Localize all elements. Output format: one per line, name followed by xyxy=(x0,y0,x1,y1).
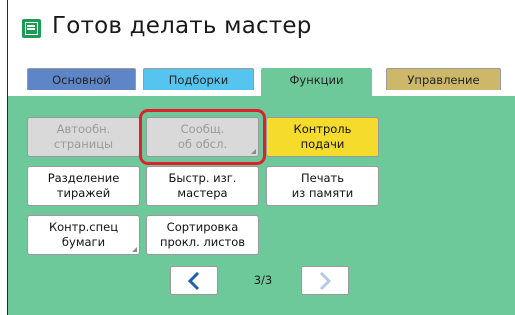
tab-basic[interactable]: Основной xyxy=(27,68,136,90)
master-document-icon xyxy=(22,19,41,38)
print-from-memory-button[interactable]: Печать из памяти xyxy=(266,166,379,206)
feed-control-button[interactable]: Контроль подачи xyxy=(266,117,379,157)
tab-management[interactable]: Управление xyxy=(386,68,501,90)
auto-page-update-button[interactable]: Автообн. страницы xyxy=(27,117,140,157)
job-separation-label: Разделение тиражей xyxy=(47,171,120,200)
special-paper-control-button[interactable]: Контр.спец бумаги xyxy=(27,215,140,255)
service-message-button[interactable]: Сообщ. об обсл. xyxy=(146,117,259,157)
page-indicator: 3/3 xyxy=(253,273,273,287)
tab-functions[interactable]: Функции xyxy=(261,68,372,97)
quick-master-button[interactable]: Быстр. изг. мастера xyxy=(146,166,259,206)
prev-page-button[interactable] xyxy=(170,266,218,295)
next-page-button[interactable] xyxy=(301,266,349,295)
chevron-left-icon xyxy=(187,271,200,290)
feed-control-label: Контроль подачи xyxy=(293,122,352,151)
special-paper-control-label: Контр.спец бумаги xyxy=(48,220,119,249)
auto-page-update-label: Автообн. страницы xyxy=(53,122,114,151)
print-from-memory-label: Печать из памяти xyxy=(291,171,354,200)
service-message-label: Сообщ. об обсл. xyxy=(177,122,228,151)
separator-sheet-sort-button[interactable]: Сортировка прокл. листов xyxy=(146,215,259,255)
quick-master-label: Быстр. изг. мастера xyxy=(168,171,237,200)
submenu-corner-icon xyxy=(132,247,137,252)
separator-sheet-sort-label: Сортировка прокл. листов xyxy=(159,220,246,249)
page-title: Готов делать мастер xyxy=(52,13,312,39)
job-separation-button[interactable]: Разделение тиражей xyxy=(27,166,140,206)
submenu-corner-icon xyxy=(251,149,256,154)
chevron-right-icon xyxy=(319,271,332,290)
tab-sets[interactable]: Подборки xyxy=(143,68,254,90)
